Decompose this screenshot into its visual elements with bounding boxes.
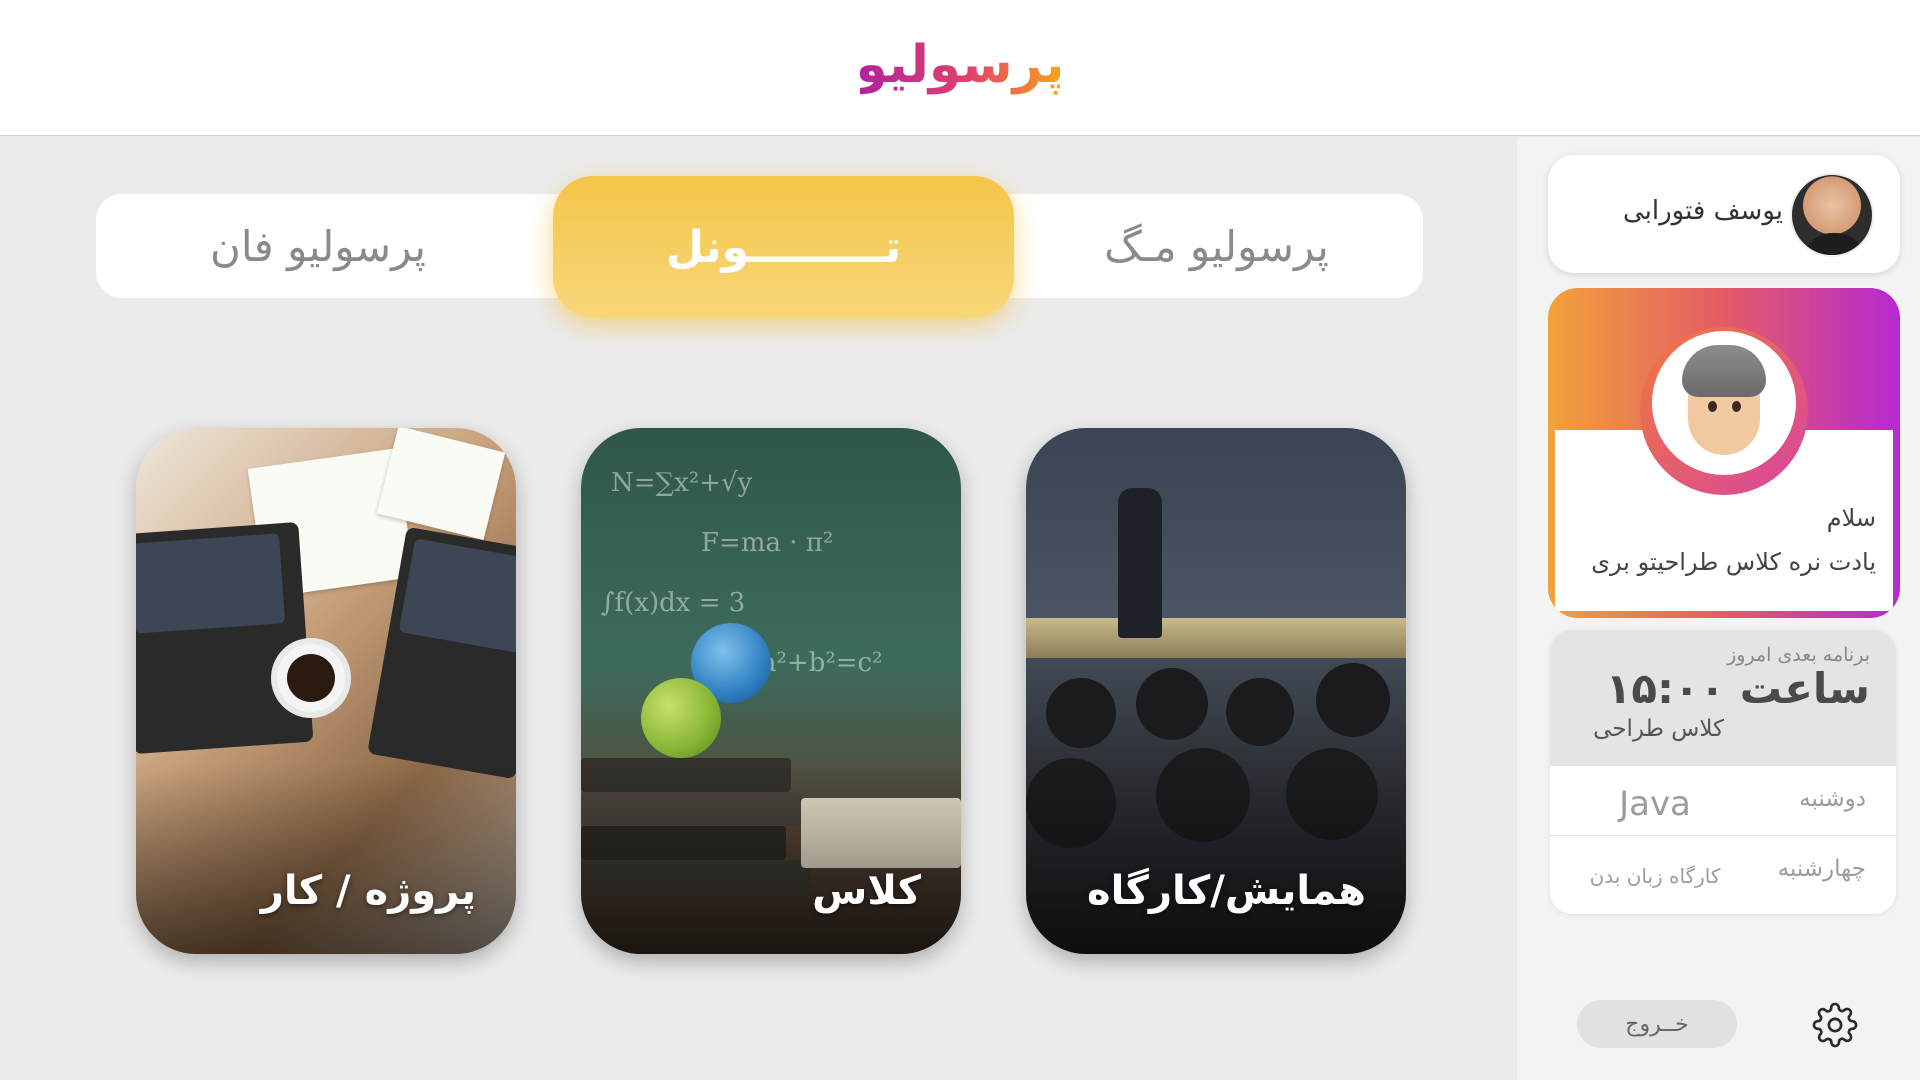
logout-button[interactable]: خــروج xyxy=(1577,1000,1737,1048)
card-shade xyxy=(1026,764,1406,954)
audience-illustration xyxy=(1046,678,1116,748)
card-shade xyxy=(136,764,516,954)
laptop-screen xyxy=(136,533,286,634)
profile-name: یوسف فتورابی xyxy=(1622,196,1783,226)
laptop-screen xyxy=(398,538,516,654)
next-program-class: کلاس طراحی xyxy=(1593,716,1724,742)
header: پرسولیو xyxy=(0,0,1920,136)
memoji-eye xyxy=(1732,401,1741,412)
coffee-cup-illustration xyxy=(271,638,351,718)
speaker-illustration xyxy=(1118,488,1162,638)
chalk-formula: F=ma · π² xyxy=(701,528,834,558)
gear-icon xyxy=(1812,1002,1858,1048)
chalk-formula: N=∑x²+√y xyxy=(611,468,753,498)
class-card-label: کلاس xyxy=(812,868,921,914)
memoji-eye xyxy=(1708,401,1717,412)
schedule-day: چهارشنبه xyxy=(1777,856,1866,882)
schedule-day: دوشنبه xyxy=(1799,786,1866,812)
tab-persolio-mag[interactable]: پرسولیو مـگ xyxy=(1010,194,1423,298)
seminar-card-label: همایش/کارگاه xyxy=(1087,868,1366,914)
project-card[interactable]: پروژه / کار xyxy=(136,428,516,954)
schedule-subject: کارگاه زبان بدن xyxy=(1589,864,1721,888)
next-program-time: ساعت ۱۵:۰۰ xyxy=(1605,664,1870,713)
project-card-label: پروژه / کار xyxy=(260,868,476,914)
schedule-row[interactable]: دوشنبه Java xyxy=(1550,768,1896,836)
settings-button[interactable] xyxy=(1812,1002,1858,1048)
stage-illustration xyxy=(1026,618,1406,658)
laptop-illustration xyxy=(136,521,314,755)
schedule-subject: Java xyxy=(1619,784,1691,824)
tab-tunnel[interactable]: تـــــــــونل xyxy=(553,176,1014,318)
chalk-formula: a²+b²=c² xyxy=(761,648,883,678)
greeting-message: یادت نره کلاس طراحیتو بری xyxy=(1591,548,1876,576)
memoji-avatar xyxy=(1652,331,1796,475)
profile-avatar[interactable] xyxy=(1790,173,1874,257)
card-shade xyxy=(581,764,961,954)
coffee xyxy=(287,654,335,702)
audience-illustration xyxy=(1316,663,1390,737)
audience-illustration xyxy=(1226,678,1294,746)
schedule-row[interactable]: چهارشنبه کارگاه زبان بدن xyxy=(1550,838,1896,906)
memoji-hair xyxy=(1682,345,1766,397)
chalk-formula: ∫f(x)dx = 3 xyxy=(601,588,746,618)
audience-illustration xyxy=(1136,668,1208,740)
next-program-title: برنامه بعدی امروز xyxy=(1727,644,1870,666)
apple-illustration xyxy=(641,678,721,758)
class-card[interactable]: N=∑x²+√y F=ma · π² ∫f(x)dx = 3 a²+b²=c² … xyxy=(581,428,961,954)
app-logo[interactable]: پرسولیو xyxy=(856,30,1065,100)
seminar-card[interactable]: همایش/کارگاه xyxy=(1026,428,1406,954)
greeting-hello: سلام xyxy=(1826,504,1876,532)
tab-persolio-fun[interactable]: پرسولیو فان xyxy=(96,194,540,298)
